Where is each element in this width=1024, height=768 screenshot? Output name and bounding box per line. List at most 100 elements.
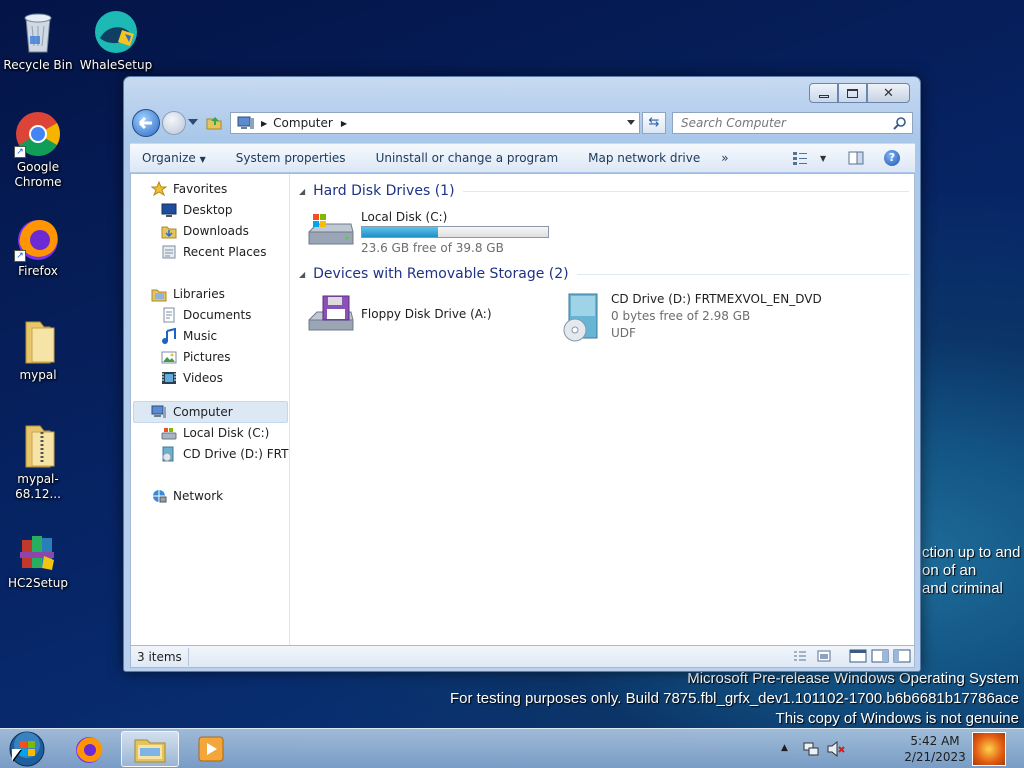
network-icon xyxy=(151,488,167,504)
help-button[interactable]: ? xyxy=(884,150,900,166)
drive-item-cd-d[interactable]: CD Drive (D:) FRTMEXVOL_EN_DVD 0 bytes f… xyxy=(561,292,822,342)
minimize-button[interactable] xyxy=(809,83,838,103)
preview-pane-button[interactable] xyxy=(848,151,864,168)
computer-icon xyxy=(237,116,255,130)
volume-muted-icon[interactable] xyxy=(827,740,845,760)
drive-item-local-disk-c[interactable]: Local Disk (C:) 23.6 GB free of 39.8 GB xyxy=(307,210,549,255)
layout-toggle-icon[interactable] xyxy=(871,649,889,663)
desktop-icon-label: mypal-68.12... xyxy=(15,472,61,501)
nav-label: CD Drive (D:) FRTMEXVOL_EN_DVD xyxy=(183,447,289,461)
desktop-icon-whalesetup[interactable]: WhaleSetup xyxy=(78,8,154,73)
forward-button[interactable] xyxy=(162,111,186,135)
nav-documents[interactable]: Documents xyxy=(161,307,251,323)
status-details-view-icon[interactable] xyxy=(793,650,807,665)
watermark-line: This copy of Windows is not genuine xyxy=(775,710,1019,727)
more-commands-button[interactable]: » xyxy=(715,151,743,165)
desktop-icon-hc2setup[interactable]: HC2Setup xyxy=(0,526,76,591)
desktop-icon-mypal-zip[interactable]: mypal-68.12... xyxy=(0,422,76,502)
drive-item-floppy-a[interactable]: Floppy Disk Drive (A:) xyxy=(307,294,492,334)
breadcrumb-computer[interactable]: Computer xyxy=(273,116,333,130)
nav-favorites[interactable]: Favorites xyxy=(150,180,228,197)
nav-computer-label-row[interactable]: Computer xyxy=(151,404,233,420)
downloads-folder-icon xyxy=(161,223,177,239)
firefox-icon xyxy=(76,737,103,763)
chevron-down-icon: ▼ xyxy=(820,153,827,163)
media-player-icon xyxy=(198,736,224,762)
nav-network[interactable]: Network xyxy=(151,488,223,504)
status-thumbnail-view-icon[interactable] xyxy=(817,650,831,665)
drive-name: Local Disk (C:) xyxy=(361,210,448,224)
nav-label: Pictures xyxy=(183,350,231,364)
drive-usage-fill xyxy=(362,227,438,237)
clock[interactable]: 5:42 AM 2/21/2023 xyxy=(895,733,975,765)
network-tray-icon[interactable] xyxy=(803,741,819,760)
explorer-icon xyxy=(134,739,166,763)
desktop-icon-recycle-bin[interactable]: Recycle Bin xyxy=(0,8,76,73)
nav-label: Computer xyxy=(173,405,233,419)
watermark-line: Microsoft Pre-release Windows Operating … xyxy=(687,670,1019,687)
search-icon[interactable] xyxy=(893,116,907,130)
recent-pages-dropdown[interactable] xyxy=(188,119,198,125)
nav-music[interactable]: Music xyxy=(161,327,217,344)
maximize-icon xyxy=(847,88,858,98)
taskbar-media-player[interactable] xyxy=(182,731,240,767)
installer-icon xyxy=(14,526,62,574)
desktop-icon-firefox[interactable]: ↗ Firefox xyxy=(0,214,76,279)
maximize-button[interactable] xyxy=(838,83,867,103)
nav-downloads[interactable]: Downloads xyxy=(161,223,249,239)
nav-label: Documents xyxy=(183,308,252,322)
view-details-icon xyxy=(793,152,807,165)
close-button[interactable]: ✕ xyxy=(867,83,910,103)
nav-label: Favorites xyxy=(173,182,228,196)
help-icon: ? xyxy=(888,151,896,164)
clock-time: 5:42 AM xyxy=(910,734,960,748)
desktop-icon-label: Google Chrome xyxy=(14,160,62,189)
desktop-icon-label: Recycle Bin xyxy=(3,58,73,72)
group-hard-disk-drives[interactable]: ◢ Hard Disk Drives (1) xyxy=(299,183,909,199)
nav-desktop[interactable]: Desktop xyxy=(161,202,233,218)
nav-recent-places[interactable]: Recent Places xyxy=(161,244,266,260)
minimize-icon xyxy=(818,94,829,98)
show-hidden-icons-button[interactable]: ▲ xyxy=(781,743,788,753)
layout-toggle-icon[interactable] xyxy=(893,649,911,663)
map-network-drive-button[interactable]: Map network drive xyxy=(573,151,715,165)
breadcrumb-separator-icon[interactable]: ▶ xyxy=(341,119,347,128)
desktop-icon-label: WhaleSetup xyxy=(79,58,153,72)
organize-menu[interactable]: Organize ▼ xyxy=(130,151,221,165)
system-properties-button[interactable]: System properties xyxy=(221,151,361,165)
nav-label: Recent Places xyxy=(183,245,267,259)
group-removable-storage[interactable]: ◢ Devices with Removable Storage (2) xyxy=(299,266,909,282)
search-input[interactable]: Search Computer xyxy=(672,112,913,134)
group-header: Hard Disk Drives (1) xyxy=(313,183,455,199)
drive-usage-bar xyxy=(361,226,549,238)
layout-toggle-icon[interactable] xyxy=(849,649,867,663)
nav-libraries[interactable]: Libraries xyxy=(151,286,225,302)
command-bar: Organize ▼ System properties Uninstall o… xyxy=(130,143,915,172)
nav-label: Videos xyxy=(183,371,223,385)
desktop-icon-chrome[interactable]: ↗ Google Chrome xyxy=(0,110,76,190)
navigation-pane: Favorites Desktop Downloads Recent Place… xyxy=(131,174,290,645)
nav-cd-drive[interactable]: CD Drive (D:) FRTMEXVOL_EN_DVD xyxy=(161,446,289,462)
show-desktop-button[interactable] xyxy=(972,732,1006,766)
nav-local-disk[interactable]: Local Disk (C:) xyxy=(161,425,269,441)
preview-pane-icon xyxy=(848,151,864,165)
change-view-button[interactable]: ▼ xyxy=(792,151,826,165)
uninstall-program-button[interactable]: Uninstall or change a program xyxy=(361,151,574,165)
nav-label: Network xyxy=(173,489,224,503)
nav-label: Desktop xyxy=(183,203,233,217)
nav-pictures[interactable]: Pictures xyxy=(161,349,231,365)
drive-name: CD Drive (D:) FRTMEXVOL_EN_DVD xyxy=(611,292,822,306)
taskbar-explorer[interactable] xyxy=(121,731,179,767)
start-button[interactable] xyxy=(0,731,54,767)
nav-videos[interactable]: Videos xyxy=(161,370,223,386)
drive-free-space: 23.6 GB free of 39.8 GB xyxy=(361,241,504,255)
cd-drive-icon xyxy=(161,446,177,462)
background-text: and criminal xyxy=(922,580,1003,597)
address-dropdown-icon[interactable] xyxy=(627,120,635,125)
address-bar[interactable]: ▶ Computer ▶ xyxy=(230,112,640,134)
refresh-button[interactable]: ⇆ xyxy=(642,112,666,134)
up-folder-icon[interactable] xyxy=(206,114,222,130)
back-button[interactable] xyxy=(132,109,160,137)
taskbar-firefox[interactable] xyxy=(60,731,118,767)
desktop-icon-mypal-folder[interactable]: mypal xyxy=(0,318,76,383)
